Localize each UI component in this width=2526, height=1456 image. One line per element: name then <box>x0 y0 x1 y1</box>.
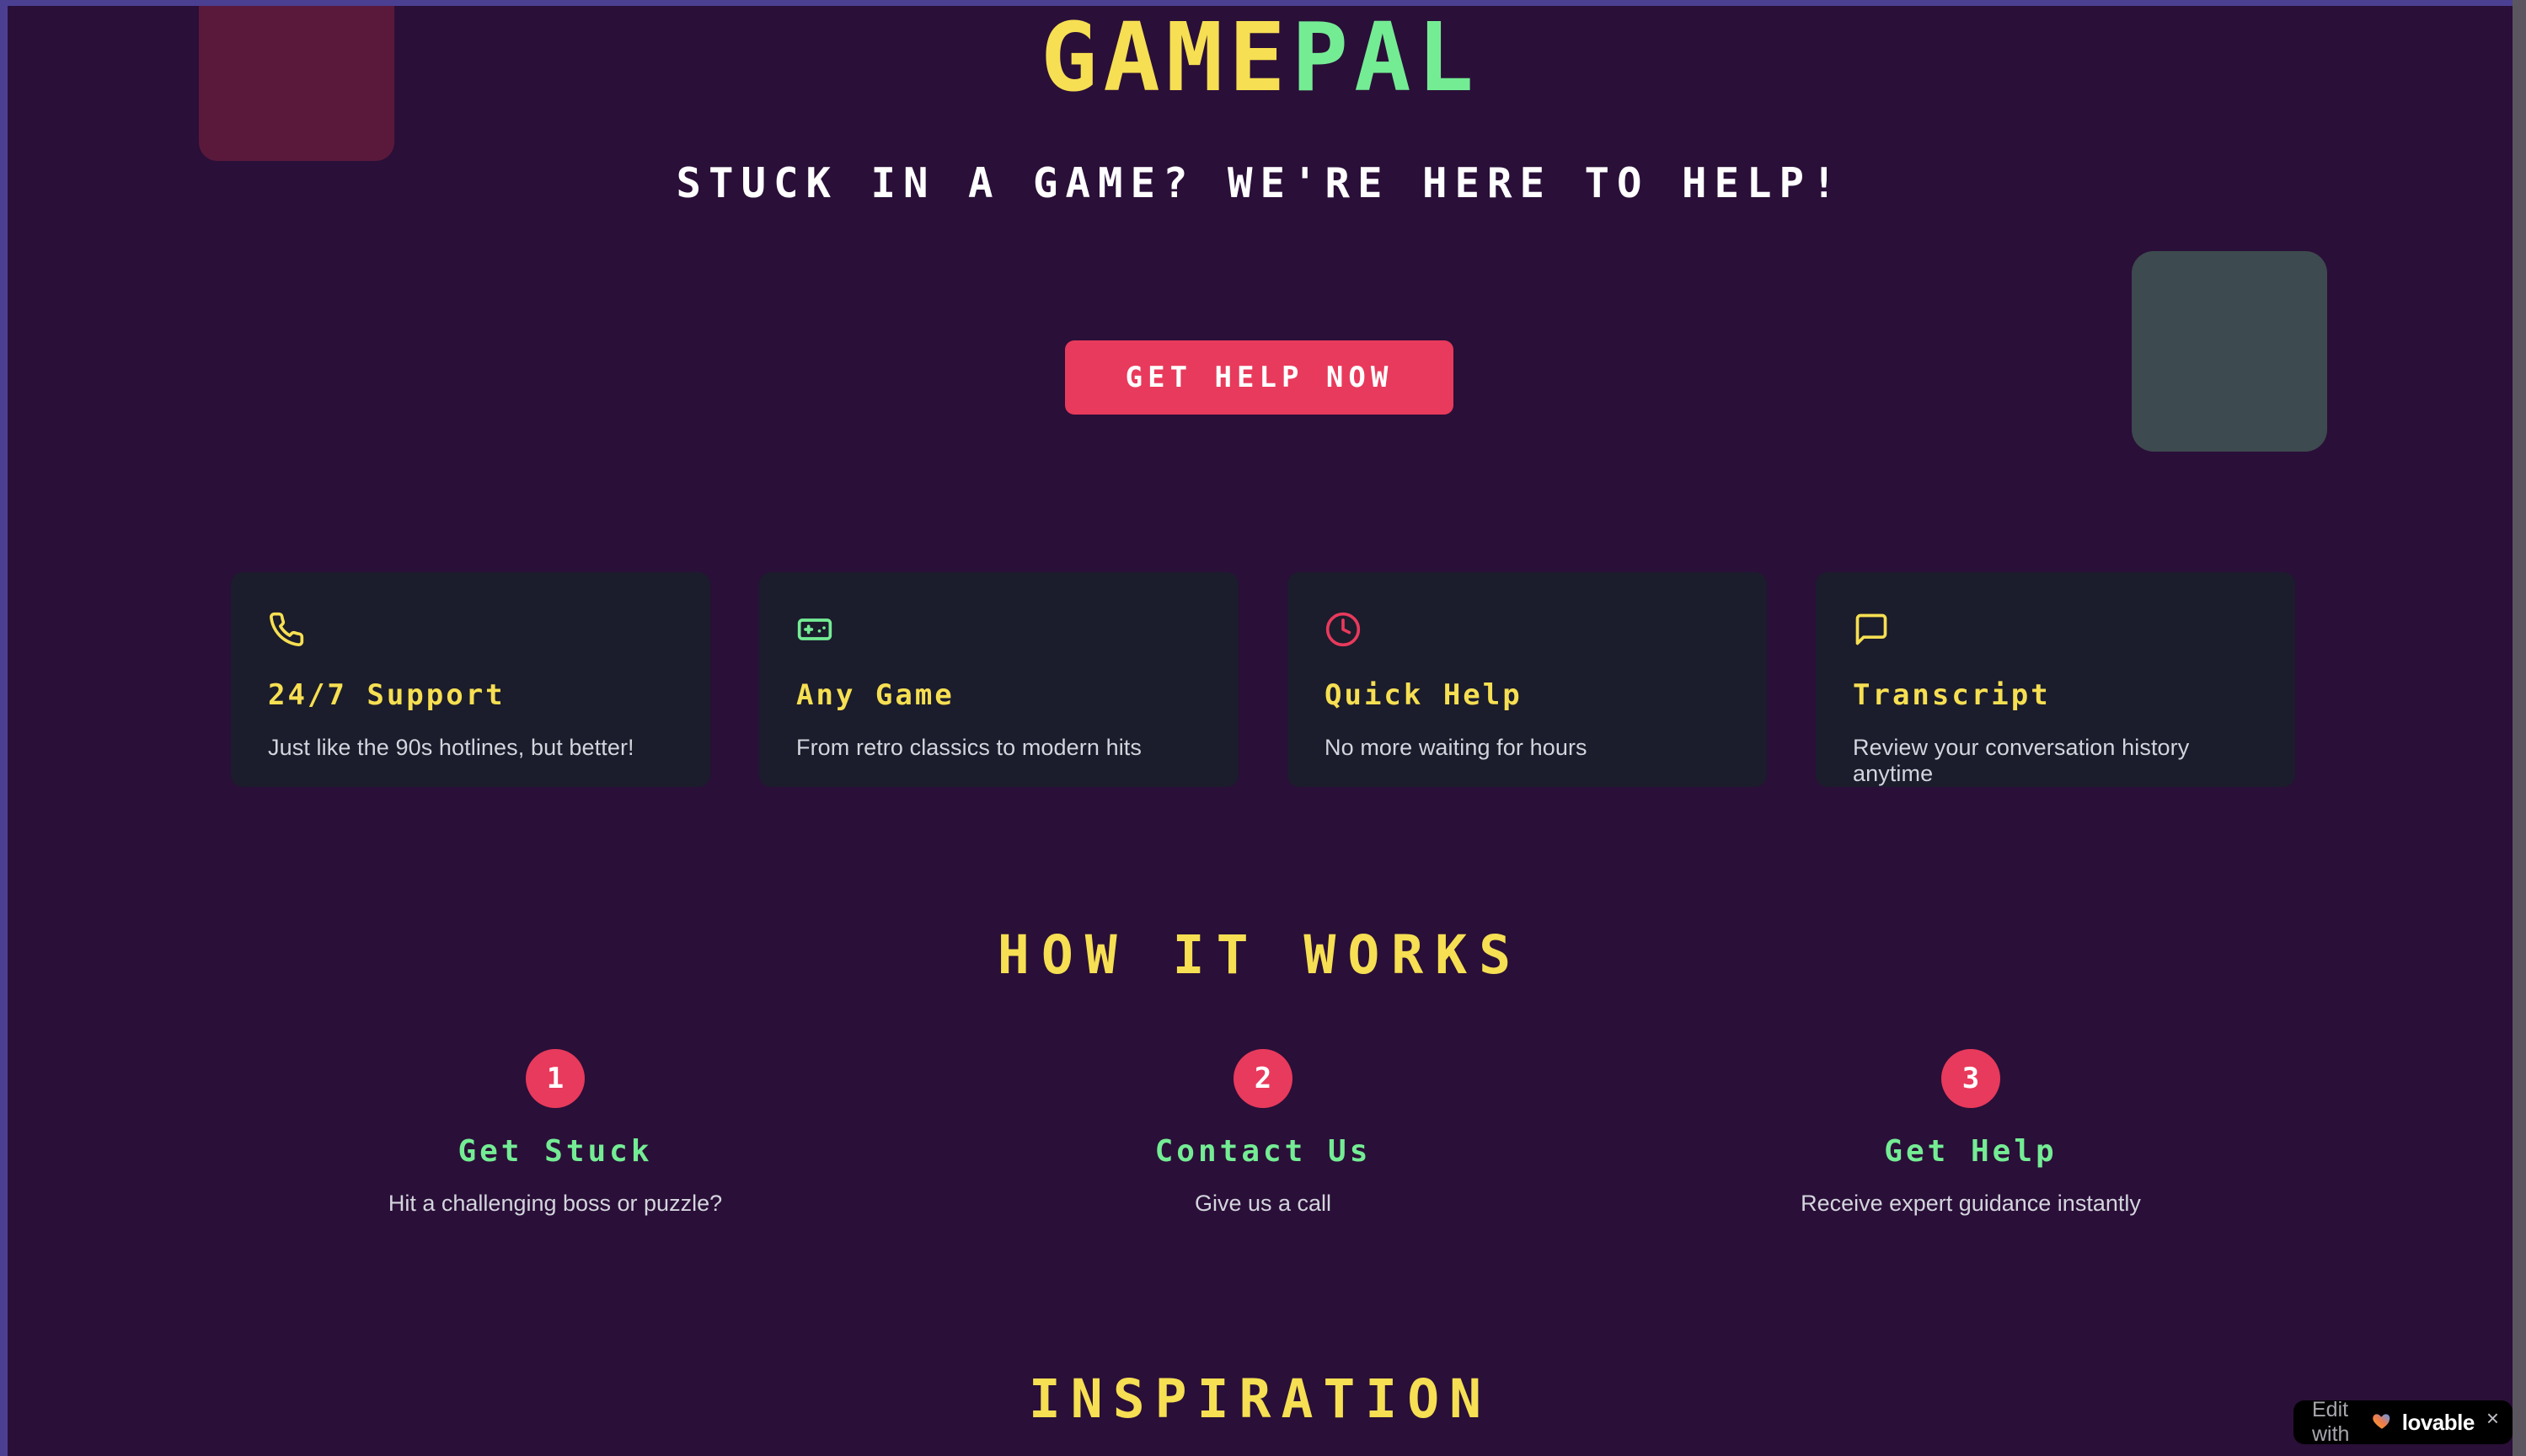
lovable-edit-badge[interactable]: Edit with lovable × <box>2293 1398 2513 1446</box>
step-description: Give us a call <box>1194 1191 1332 1216</box>
browser-top-strip <box>0 0 2526 6</box>
step-title: Contact Us <box>1154 1134 1372 1169</box>
features-row: 24/7 Support Just like the 90s hotlines,… <box>231 572 2295 787</box>
feature-title: 24/7 Support <box>268 678 506 712</box>
step-item: 1 Get Stuck Hit a challenging boss or pu… <box>201 1049 909 1217</box>
feature-card-quick-help[interactable]: Quick Help No more waiting for hours <box>1287 572 1767 787</box>
decorative-slate-square <box>2132 251 2327 452</box>
step-title: Get Stuck <box>458 1134 653 1169</box>
step-description: Hit a challenging boss or puzzle? <box>388 1191 723 1216</box>
step-number-badge: 1 <box>526 1049 585 1108</box>
close-icon[interactable]: × <box>2486 1407 2499 1429</box>
vertical-scrollbar[interactable] <box>2513 0 2526 1456</box>
brand-title-part-one: GAME <box>1040 6 1292 113</box>
step-description: Receive expert guidance instantly <box>1801 1191 2141 1216</box>
feature-description: Just like the 90s hotlines, but better! <box>268 735 634 760</box>
step-item: 2 Contact Us Give us a call <box>909 1049 1617 1217</box>
feature-description: No more waiting for hours <box>1325 735 1587 760</box>
feature-title: Transcript <box>1853 678 2051 712</box>
page-title: GAMEPAL <box>8 6 2513 120</box>
feature-card-support[interactable]: 24/7 Support Just like the 90s hotlines,… <box>231 572 710 787</box>
gamepad-icon <box>796 611 1201 656</box>
feature-card-transcript[interactable]: Transcript Review your conversation hist… <box>1816 572 2295 787</box>
clock-icon <box>1325 611 1730 656</box>
message-square-icon <box>1853 611 2258 656</box>
feature-card-any-game[interactable]: Any Game From retro classics to modern h… <box>759 572 1239 787</box>
heart-icon <box>2371 1410 2393 1436</box>
get-help-now-button[interactable]: GET HELP NOW <box>1065 340 1453 415</box>
lovable-edit-label: Edit with <box>2312 1398 2350 1446</box>
feature-description: Review your conversation history anytime <box>1853 735 2190 786</box>
page-canvas: GAMEPAL STUCK IN A GAME? WE'RE HERE TO H… <box>8 6 2513 1456</box>
how-it-works-heading: HOW IT WORKS <box>997 924 1523 986</box>
lovable-wordmark: lovable <box>2401 1409 2475 1435</box>
step-title: Get Help <box>1884 1134 2058 1169</box>
feature-title: Quick Help <box>1325 678 1523 712</box>
hero-tagline: STUCK IN A GAME? WE'RE HERE TO HELP! <box>676 159 1844 207</box>
brand-title-part-two: PAL <box>1291 6 1480 113</box>
step-item: 3 Get Help Receive expert guidance insta… <box>1617 1049 2325 1217</box>
page-left-gutter <box>0 0 8 1456</box>
step-number-badge: 2 <box>1234 1049 1292 1108</box>
inspiration-heading: INSPIRATION <box>1028 1368 1492 1430</box>
how-it-works-steps: 1 Get Stuck Hit a challenging boss or pu… <box>201 1049 2325 1217</box>
feature-description: From retro classics to modern hits <box>796 735 1143 760</box>
phone-icon <box>268 611 673 656</box>
step-number-badge: 3 <box>1941 1049 2000 1108</box>
feature-title: Any Game <box>796 678 955 712</box>
